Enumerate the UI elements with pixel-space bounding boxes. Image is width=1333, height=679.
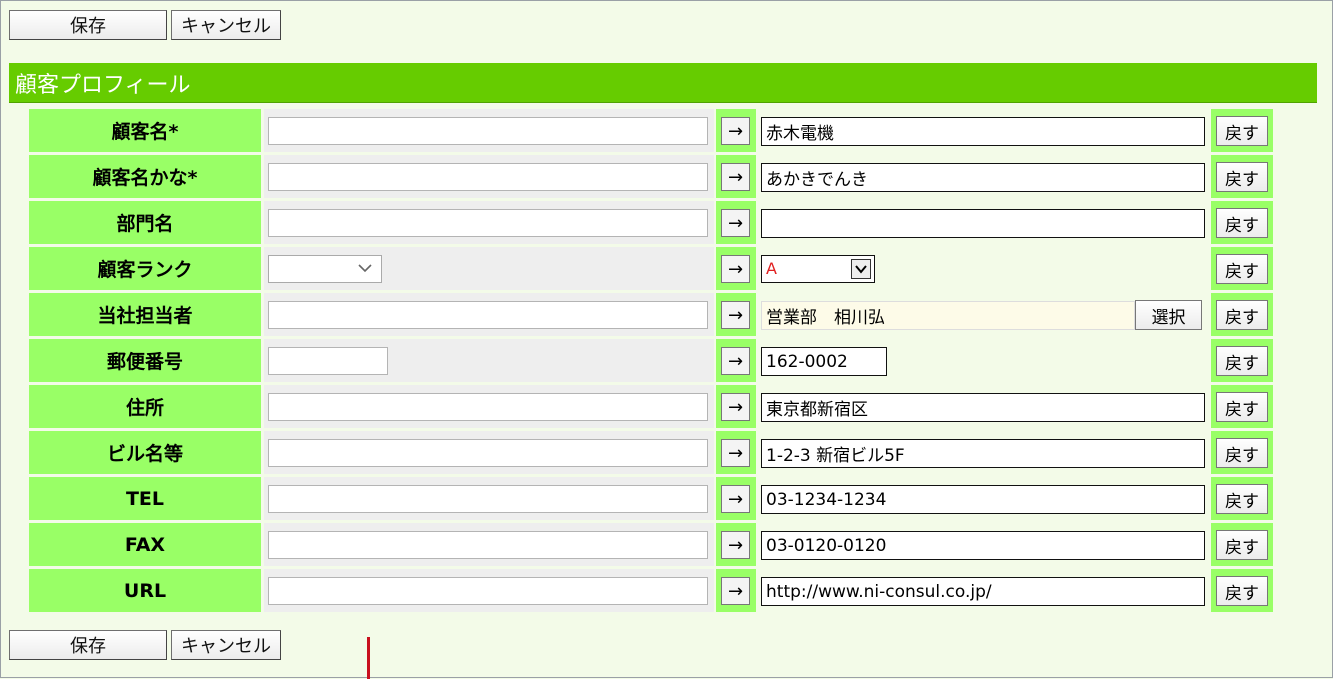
restore-button[interactable]: 戻す xyxy=(1216,300,1268,330)
form-row-staff: 当社担当者 → 営業部 相川弘 選択 戻す xyxy=(29,293,1279,337)
form-row-address: 住所 → 東京都新宿区 戻す xyxy=(29,385,1279,429)
restore-button[interactable]: 戻す xyxy=(1216,530,1268,560)
customer-profile-form: 保存 キャンセル 顧客プロフィール 顧客名* → 赤木電機 戻す 顧客名かな* … xyxy=(0,0,1333,679)
copy-arrow-button[interactable]: → xyxy=(721,209,750,237)
restore-button[interactable]: 戻す xyxy=(1216,346,1268,376)
row-label: TEL xyxy=(29,477,261,520)
department-input[interactable] xyxy=(268,209,708,237)
restore-button[interactable]: 戻す xyxy=(1216,208,1268,238)
postal-code-input[interactable] xyxy=(268,347,388,375)
row-label: ビル名等 xyxy=(29,431,261,474)
customer-kana-value[interactable]: あかきでんき xyxy=(761,163,1205,192)
restore-button[interactable]: 戻す xyxy=(1216,438,1268,468)
tel-value[interactable]: 03-1234-1234 xyxy=(761,485,1205,514)
row-label: 顧客名かな* xyxy=(29,155,261,198)
row-label: 顧客名* xyxy=(29,109,261,152)
fax-value[interactable]: 03-0120-0120 xyxy=(761,531,1205,560)
restore-button[interactable]: 戻す xyxy=(1216,576,1268,606)
form-row-postal-code: 郵便番号 → 162-0002 戻す xyxy=(29,339,1279,383)
address-value[interactable]: 東京都新宿区 xyxy=(761,393,1205,422)
tel-input[interactable] xyxy=(268,485,708,513)
customer-name-input[interactable] xyxy=(268,117,708,145)
copy-arrow-button[interactable]: → xyxy=(721,255,750,283)
row-label: 部門名 xyxy=(29,201,261,244)
building-value[interactable]: 1-2-3 新宿ビル5F xyxy=(761,439,1205,468)
staff-input[interactable] xyxy=(268,301,708,329)
address-input[interactable] xyxy=(268,393,708,421)
copy-arrow-button[interactable]: → xyxy=(721,163,750,191)
chevron-down-icon xyxy=(855,265,867,274)
copy-arrow-button[interactable]: → xyxy=(721,485,750,513)
building-input[interactable] xyxy=(268,439,708,467)
row-label: 住所 xyxy=(29,385,261,428)
copy-arrow-button[interactable]: → xyxy=(721,577,750,605)
customer-rank-select[interactable] xyxy=(268,255,382,283)
form-row-tel: TEL → 03-1234-1234 戻す xyxy=(29,477,1279,521)
restore-button[interactable]: 戻す xyxy=(1216,254,1268,284)
form-row-url: URL → http://www.ni-consul.co.jp/ 戻す xyxy=(29,569,1279,613)
form-row-customer-rank: 顧客ランク → A 戻す xyxy=(29,247,1279,291)
select-staff-button[interactable]: 選択 xyxy=(1135,300,1202,330)
row-label: 郵便番号 xyxy=(29,339,261,382)
restore-button[interactable]: 戻す xyxy=(1216,116,1268,146)
customer-rank-value-select[interactable]: A xyxy=(761,255,875,283)
url-input[interactable] xyxy=(268,577,708,605)
form-row-department: 部門名 → 戻す xyxy=(29,201,1279,245)
copy-arrow-button[interactable]: → xyxy=(721,531,750,559)
customer-name-value[interactable]: 赤木電機 xyxy=(761,117,1205,146)
fax-input[interactable] xyxy=(268,531,708,559)
department-value[interactable] xyxy=(761,209,1205,238)
url-value[interactable]: http://www.ni-consul.co.jp/ xyxy=(761,577,1205,606)
form-row-customer-name: 顧客名* → 赤木電機 戻す xyxy=(29,109,1279,153)
form-row-fax: FAX → 03-0120-0120 戻す xyxy=(29,523,1279,567)
copy-arrow-button[interactable]: → xyxy=(721,393,750,421)
save-button-top[interactable]: 保存 xyxy=(9,10,167,40)
copy-arrow-button[interactable]: → xyxy=(721,301,750,329)
row-label: 顧客ランク xyxy=(29,247,261,290)
copy-arrow-button[interactable]: → xyxy=(721,439,750,467)
row-label: FAX xyxy=(29,523,261,566)
dropdown-toggle[interactable] xyxy=(851,259,871,279)
rank-selected-value: A xyxy=(766,259,777,278)
restore-button[interactable]: 戻す xyxy=(1216,162,1268,192)
staff-value: 営業部 相川弘 xyxy=(761,301,1135,330)
cancel-button-top[interactable]: キャンセル xyxy=(171,10,281,40)
restore-button[interactable]: 戻す xyxy=(1216,392,1268,422)
text-cursor xyxy=(367,637,370,679)
copy-arrow-button[interactable]: → xyxy=(721,347,750,375)
copy-arrow-button[interactable]: → xyxy=(721,117,750,145)
postal-code-value[interactable]: 162-0002 xyxy=(761,347,887,376)
chevron-down-icon xyxy=(358,264,372,273)
restore-button[interactable]: 戻す xyxy=(1216,484,1268,514)
customer-kana-input[interactable] xyxy=(268,163,708,191)
row-label: URL xyxy=(29,569,261,612)
form-row-customer-kana: 顧客名かな* → あかきでんき 戻す xyxy=(29,155,1279,199)
save-button-bottom[interactable]: 保存 xyxy=(9,630,167,660)
row-label: 当社担当者 xyxy=(29,293,261,336)
form-row-building: ビル名等 → 1-2-3 新宿ビル5F 戻す xyxy=(29,431,1279,475)
cancel-button-bottom[interactable]: キャンセル xyxy=(171,630,281,660)
section-title: 顧客プロフィール xyxy=(9,63,1317,103)
